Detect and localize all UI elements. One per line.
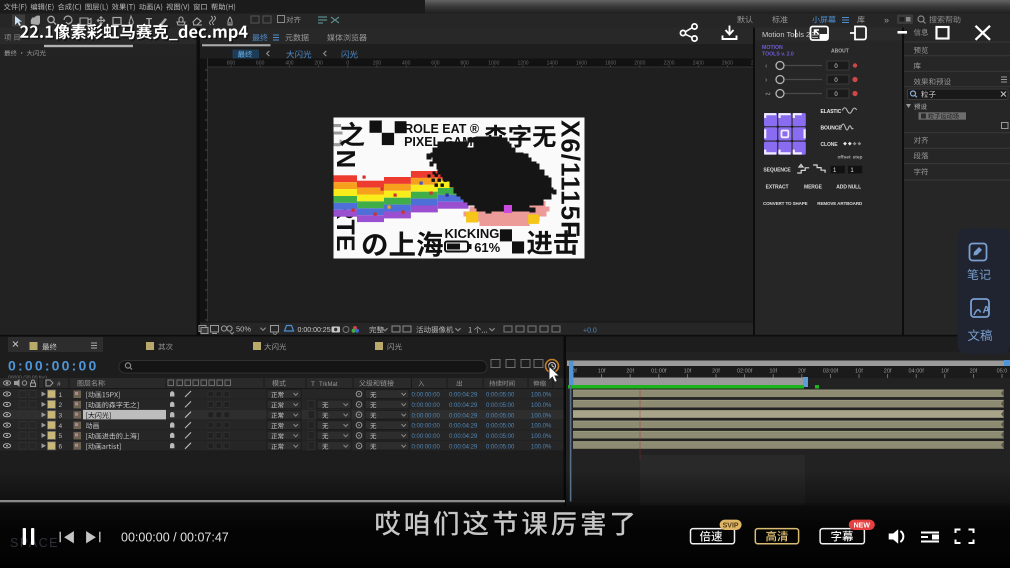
svg-text:0:00:00:00: 0:00:00:00: [412, 403, 441, 409]
svg-text:100.0%: 100.0%: [531, 434, 552, 440]
svg-text:REMOVE ARTBOARD: REMOVE ARTBOARD: [817, 201, 863, 206]
svg-text:+0.0: +0.0: [583, 328, 597, 335]
svg-text:4: 4: [59, 423, 63, 430]
svg-text:0:00:00:00: 0:00:00:00: [412, 434, 441, 440]
svg-text:A: A: [983, 304, 991, 316]
svg-text:MERGE: MERGE: [804, 184, 823, 190]
svg-text:100.0%: 100.0%: [531, 413, 552, 419]
svg-text:0:00:05:00: 0:00:05:00: [486, 413, 515, 419]
svg-text:0:00:00:00: 0:00:00:00: [412, 413, 441, 419]
svg-text:SPACE: SPACE: [10, 536, 59, 550]
svg-text:0:00:05:00: 0:00:05:00: [486, 403, 515, 409]
svg-text:Motion Tools 2: Motion Tools 2: [762, 30, 810, 39]
svg-text:05:0: 05:0: [997, 369, 1008, 375]
svg-text:100.0%: 100.0%: [531, 393, 552, 399]
svg-text:0:00:00:25: 0:00:00:25: [298, 327, 331, 334]
svg-text:3: 3: [59, 413, 63, 420]
svg-text:EXTRACT: EXTRACT: [766, 184, 789, 190]
svg-text:step: step: [853, 154, 863, 160]
svg-text:04:00f: 04:00f: [909, 369, 925, 375]
svg-text:∾: ∾: [765, 91, 771, 98]
svg-text:6: 6: [59, 444, 63, 451]
svg-text:2: 2: [59, 402, 63, 409]
svg-text:100.0%: 100.0%: [531, 403, 552, 409]
svg-text:20f: 20f: [798, 369, 806, 375]
svg-text:0:00:00:00: 0:00:00:00: [412, 444, 441, 450]
svg-text:0:00:04:29: 0:00:04:29: [449, 434, 478, 440]
svg-text:100.0%: 100.0%: [531, 444, 552, 450]
svg-text:100.0%: 100.0%: [531, 424, 552, 430]
svg-text:0:00:05:00: 0:00:05:00: [486, 444, 515, 450]
svg-text:0:00:04:29: 0:00:04:29: [449, 444, 478, 450]
svg-text:0:00:05:00: 0:00:05:00: [486, 424, 515, 430]
svg-text:0:00:04:29: 0:00:04:29: [449, 413, 478, 419]
svg-text:0:00:00:00: 0:00:00:00: [412, 424, 441, 430]
svg-text:CLONE: CLONE: [821, 142, 839, 148]
svg-text:ADD NULL: ADD NULL: [836, 184, 861, 190]
svg-text:10f: 10f: [598, 369, 606, 375]
svg-text:ELASTIC: ELASTIC: [821, 109, 842, 115]
svg-text:0:00:04:29: 0:00:04:29: [449, 424, 478, 430]
svg-text:SEQUENCE: SEQUENCE: [763, 167, 791, 173]
svg-text:20f: 20f: [884, 369, 892, 375]
svg-text:0:00:00:00: 0:00:00:00: [8, 358, 99, 374]
svg-text:KICKING: KICKING: [445, 226, 500, 241]
svg-text:10f: 10f: [941, 369, 949, 375]
svg-text:01:00f: 01:00f: [651, 369, 667, 375]
svg-text:MOTION: MOTION: [762, 45, 783, 51]
svg-text:5: 5: [59, 433, 63, 440]
svg-text:0:00:04:29: 0:00:04:29: [449, 393, 478, 399]
svg-text:0:00:00:00: 0:00:00:00: [412, 393, 441, 399]
svg-text:CONVERT TO SHAPE: CONVERT TO SHAPE: [763, 201, 808, 206]
svg-text:»: »: [884, 15, 889, 25]
svg-text:0:00:04:29: 0:00:04:29: [449, 403, 478, 409]
svg-text:20f: 20f: [712, 369, 720, 375]
svg-text:ROLE EAT ®: ROLE EAT ®: [404, 122, 480, 136]
svg-text:N: N: [331, 150, 361, 169]
svg-text:00:00:00 / 00:07:47: 00:00:00 / 00:07:47: [121, 531, 229, 545]
svg-text:10f: 10f: [684, 369, 692, 375]
svg-text:BOUNCE: BOUNCE: [821, 125, 843, 131]
svg-text:TrkMat: TrkMat: [319, 382, 338, 388]
svg-text:10f: 10f: [769, 369, 777, 375]
svg-text:02:00f: 02:00f: [737, 369, 753, 375]
svg-text:03:00f: 03:00f: [823, 369, 839, 375]
svg-text:SVIP: SVIP: [723, 522, 739, 529]
svg-text:61%: 61%: [474, 240, 500, 255]
svg-text:20f: 20f: [970, 369, 978, 375]
svg-text:0:00:05:00: 0:00:05:00: [486, 434, 515, 440]
svg-text:X6/1115F: X6/1115F: [556, 120, 586, 238]
svg-text:TOOLS v. 2.0: TOOLS v. 2.0: [762, 52, 794, 58]
svg-text:NEW: NEW: [854, 522, 871, 529]
svg-text:T: T: [311, 381, 315, 388]
svg-text:offset: offset: [838, 154, 851, 160]
svg-text:10f: 10f: [855, 369, 863, 375]
svg-text:50%: 50%: [236, 325, 251, 334]
svg-text:0:00:05:00: 0:00:05:00: [486, 393, 515, 399]
svg-text:1: 1: [59, 392, 63, 399]
svg-text:ABOUT: ABOUT: [831, 49, 849, 55]
svg-text:#: #: [57, 381, 61, 388]
svg-text:20f: 20f: [626, 369, 634, 375]
